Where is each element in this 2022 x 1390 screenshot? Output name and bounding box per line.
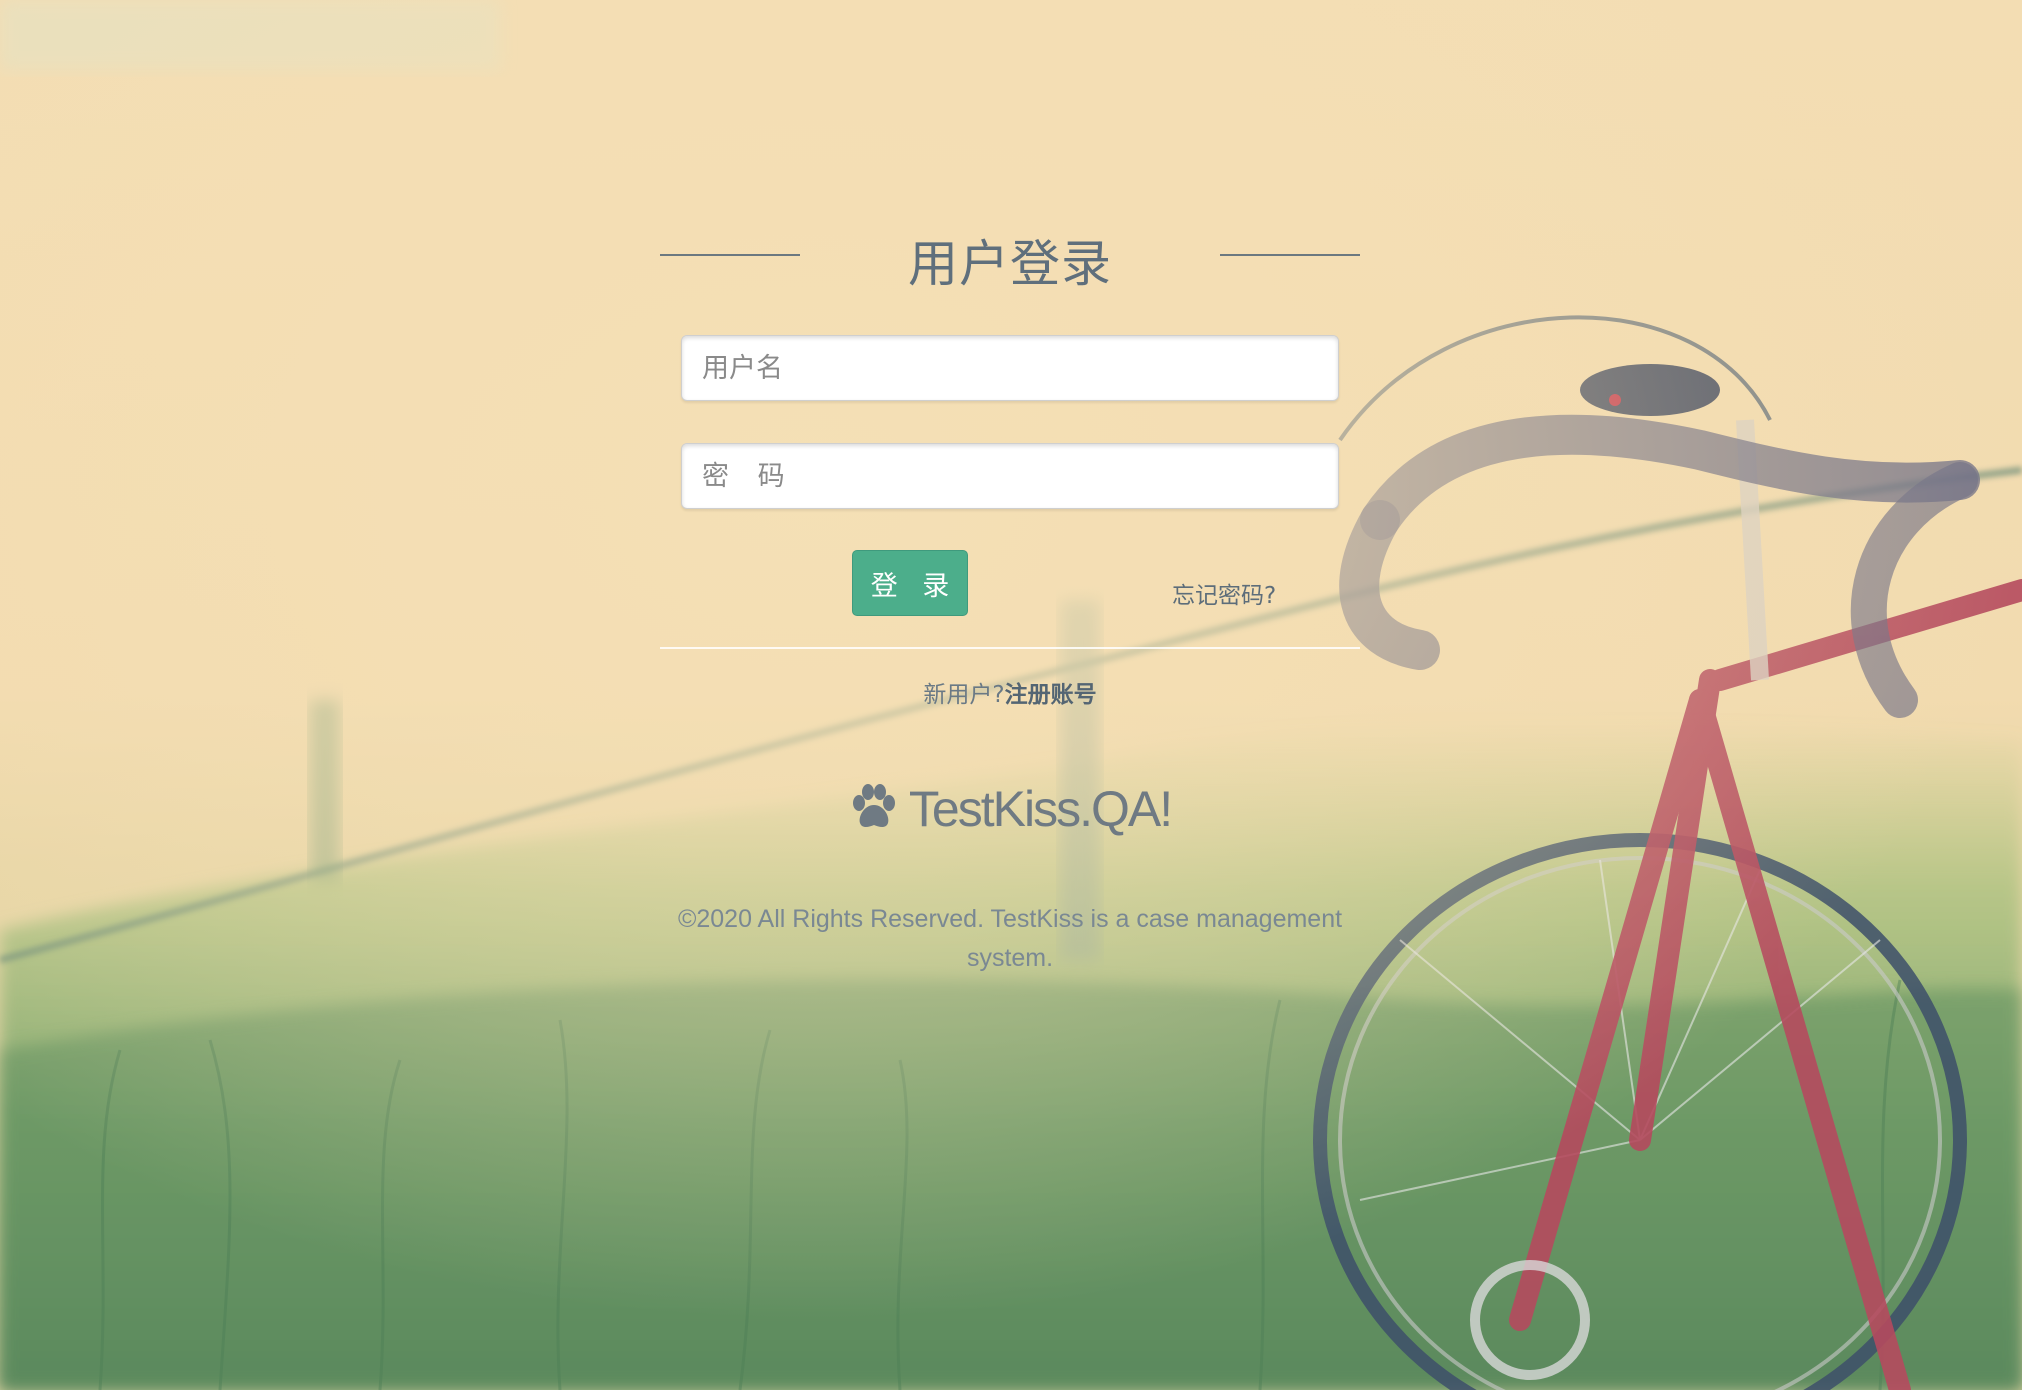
paw-icon — [849, 783, 899, 835]
username-input[interactable] — [681, 335, 1339, 401]
new-user-prompt: 新用户? — [923, 682, 1005, 708]
brand-logo: TestKiss.QA! — [660, 780, 1360, 844]
page-title: 用户登录 — [908, 235, 1112, 293]
register-row: 新用户?注册账号 — [660, 675, 1360, 709]
register-link[interactable]: 注册账号 — [1005, 682, 1097, 708]
copyright-footer: ©2020 All Rights Reserved. TestKiss is a… — [677, 905, 1343, 972]
login-button[interactable]: 登 录 — [852, 550, 968, 616]
login-panel: 用户登录 登 录 忘记密码? 新用户?注册账号 TestK — [660, 0, 1360, 1390]
login-title-row: 用户登录 — [660, 220, 1360, 293]
brand-name: TestKiss.QA! — [908, 781, 1173, 837]
title-divider-right — [1220, 254, 1360, 256]
password-input[interactable] — [681, 443, 1339, 509]
forgot-password-link[interactable]: 忘记密码? — [1172, 576, 1276, 610]
form-divider — [660, 647, 1360, 649]
